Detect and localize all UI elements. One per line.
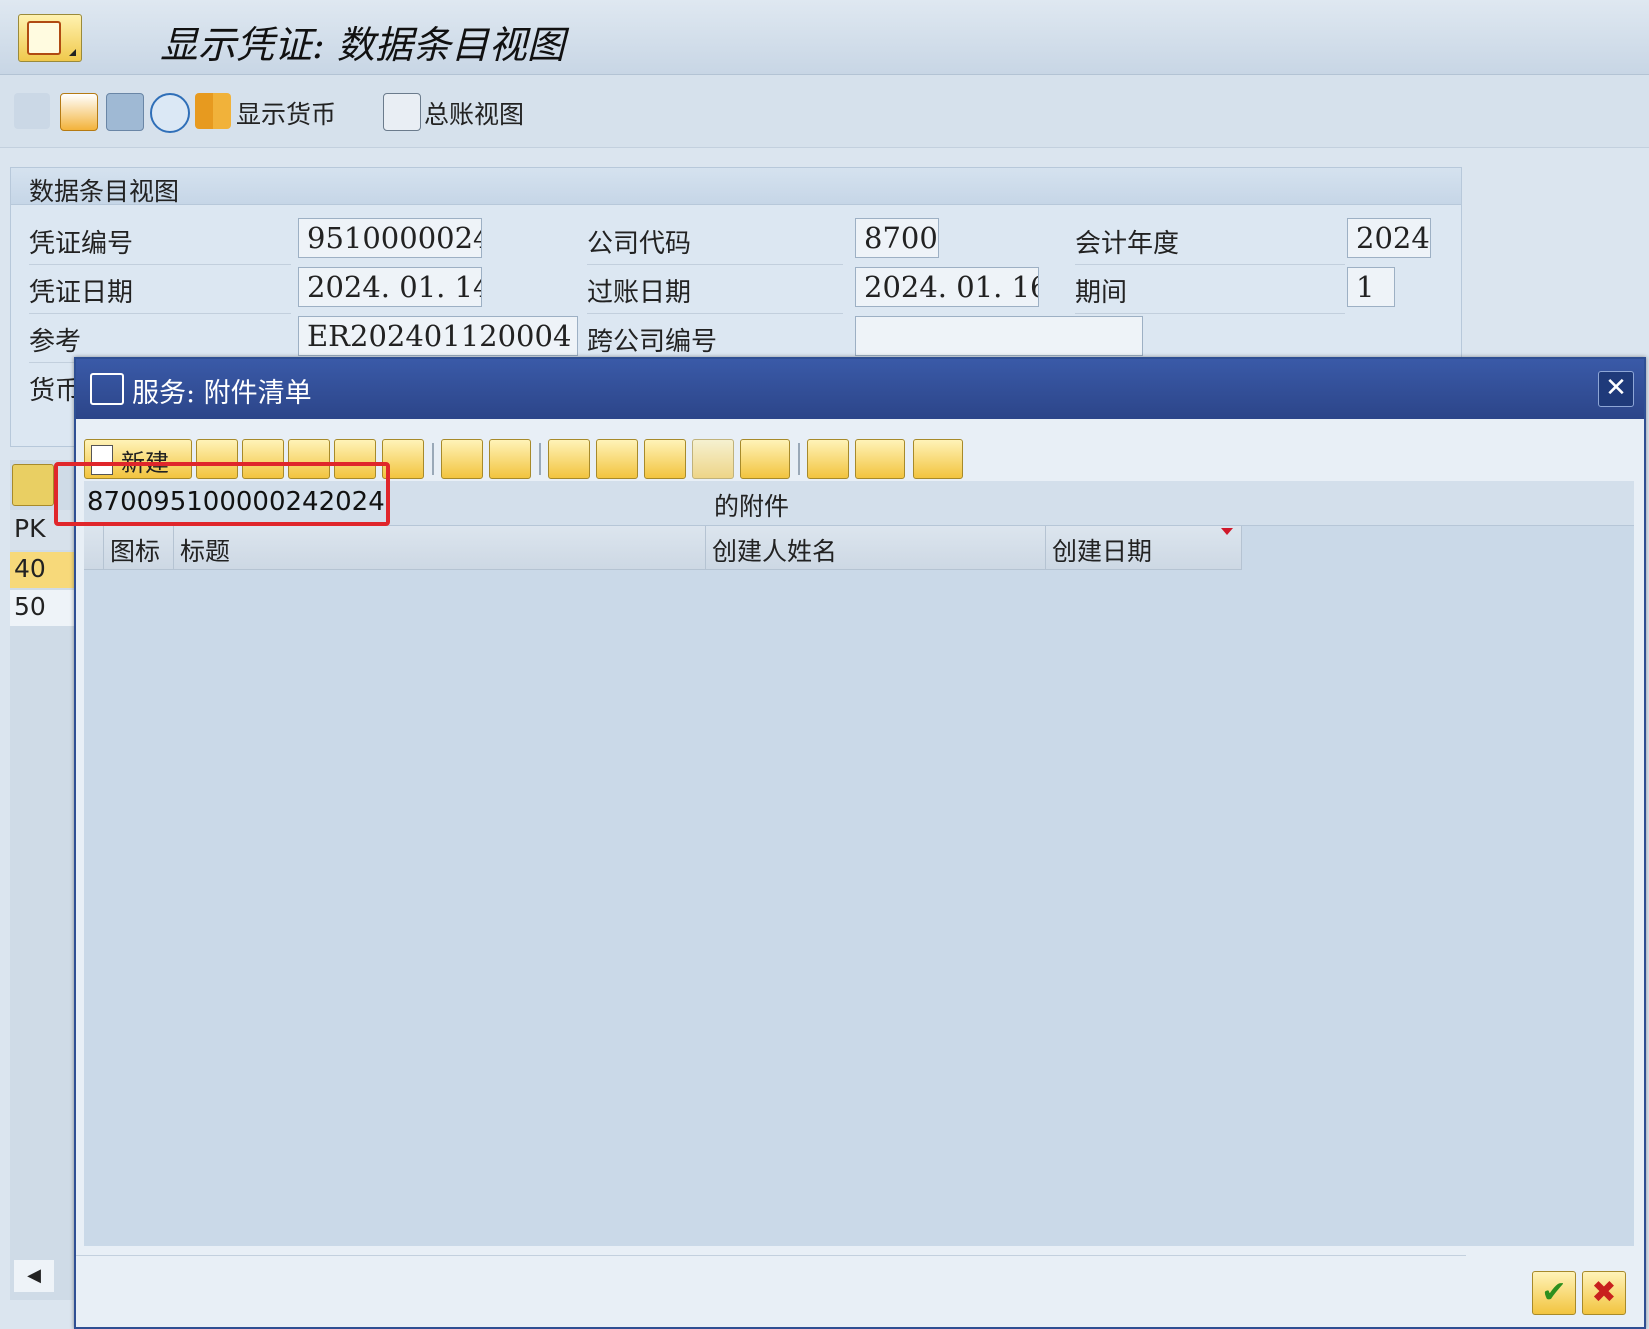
reference-field[interactable]: ER202401120004 <box>298 316 578 356</box>
ledger-view-icon[interactable] <box>383 93 421 131</box>
document-icon <box>27 21 61 55</box>
layout-icon[interactable] <box>913 439 963 479</box>
dialog-footer: ✔ ✖ <box>76 1249 1644 1327</box>
table-row[interactable]: 40 <box>10 552 76 588</box>
title-bar: 显示凭证: 数据条目视图 <box>0 0 1649 75</box>
company-code-field[interactable]: 8700 <box>855 218 939 258</box>
company-code-label: 公司代码 <box>587 229 692 259</box>
menu-icon[interactable] <box>18 14 82 62</box>
col-creator-name[interactable]: 创建人姓名 <box>706 526 1046 570</box>
confirm-check-icon[interactable]: ✔ <box>1532 1271 1576 1315</box>
col-icon[interactable]: 图标 <box>104 526 174 570</box>
doc-no-field[interactable]: 9510000024 <box>298 218 482 258</box>
fiscal-year-label: 会计年度 <box>1075 229 1180 259</box>
search-icon[interactable] <box>489 439 531 479</box>
dropdown-triangle-icon <box>69 49 76 56</box>
find-icon[interactable] <box>644 439 686 479</box>
cross-company-label: 跨公司编号 <box>587 327 718 357</box>
print-icon[interactable] <box>807 439 849 479</box>
close-icon[interactable]: ✕ <box>1598 371 1634 407</box>
dialog-title-bar: 服务: 附件清单 ✕ <box>76 359 1644 419</box>
sort-ascending-icon[interactable] <box>548 439 590 479</box>
attachment-grid: 图标 标题 创建人姓名 创建日期 <box>84 525 1634 1246</box>
page-title: 显示凭证: 数据条目视图 <box>160 23 565 67</box>
export-icon[interactable] <box>855 439 905 479</box>
doc-date-label: 凭证日期 <box>29 278 134 308</box>
search-document-icon[interactable] <box>106 93 144 131</box>
display-currency-icon[interactable] <box>195 93 231 129</box>
reference-label: 参考 <box>29 327 82 357</box>
glasses-edit-icon[interactable] <box>14 93 50 129</box>
cross-company-field[interactable] <box>855 316 1143 356</box>
col-created-date[interactable]: 创建日期 <box>1046 526 1242 570</box>
group-title-bar: 数据条目视图 <box>11 168 1461 206</box>
sort-indicator-icon <box>1221 528 1233 535</box>
posting-date-label: 过账日期 <box>587 278 692 308</box>
doc-date-field[interactable]: 2024. 01. 14 <box>298 267 482 307</box>
display-currency-button[interactable]: 显示货币 <box>236 95 336 131</box>
ledger-view-button[interactable]: 总账视图 <box>424 95 524 131</box>
scroll-left-icon[interactable]: ◀ <box>14 1260 54 1292</box>
clipboard-icon[interactable] <box>60 93 98 131</box>
dialog-title: 服务: 附件清单 <box>132 378 312 409</box>
group-title: 数据条目视图 <box>29 177 180 206</box>
posting-date-field[interactable]: 2024. 01. 16 <box>855 267 1039 307</box>
sort-descending-icon[interactable] <box>596 439 638 479</box>
find-next-icon[interactable] <box>692 439 734 479</box>
highlight-box <box>54 462 390 526</box>
line-items-grid: PK 40 50 ◀ <box>10 460 76 1300</box>
cancel-x-icon[interactable]: ✖ <box>1582 1271 1626 1315</box>
row-selector-header[interactable] <box>84 526 104 570</box>
fiscal-year-field[interactable]: 2024 <box>1347 218 1431 258</box>
service-icon <box>90 373 124 405</box>
application-toolbar: 显示货币 总账视图 <box>0 75 1649 148</box>
hat-icon[interactable] <box>150 93 190 133</box>
col-title[interactable]: 标题 <box>174 526 706 570</box>
period-label: 期间 <box>1075 278 1128 308</box>
refresh-icon[interactable] <box>441 439 483 479</box>
object-key-suffix: 的附件 <box>714 492 790 521</box>
table-row[interactable]: 50 <box>10 590 76 626</box>
search-icon[interactable] <box>12 464 54 506</box>
period-field[interactable]: 1 <box>1347 267 1395 307</box>
doc-no-label: 凭证编号 <box>29 229 134 259</box>
filter-icon[interactable] <box>740 439 790 479</box>
